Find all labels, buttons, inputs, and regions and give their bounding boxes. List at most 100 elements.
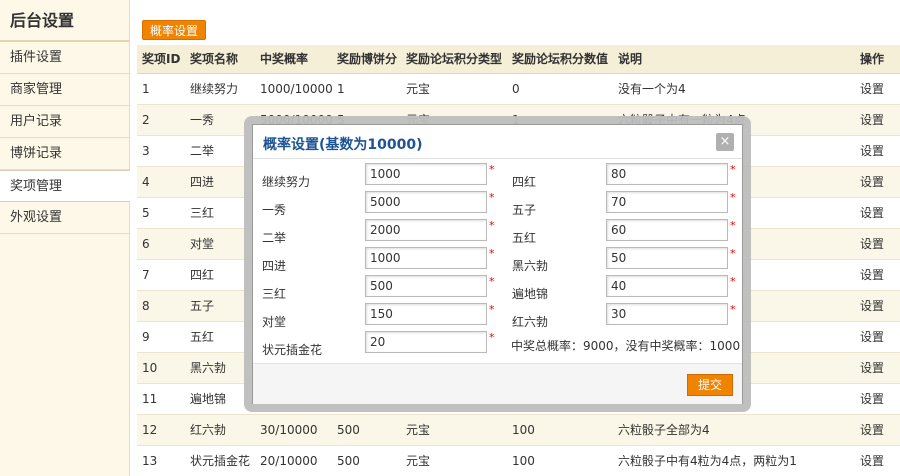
probability-input[interactable]	[606, 219, 728, 241]
row-settings-link[interactable]: 设置	[855, 321, 900, 353]
row-settings-link[interactable]: 设置	[855, 259, 900, 291]
row-settings-link[interactable]: 设置	[855, 104, 900, 136]
row-settings-link[interactable]: 设置	[855, 197, 900, 229]
close-icon[interactable]: ×	[716, 133, 734, 151]
field-label: 遍地锦	[512, 287, 549, 301]
sidebar-title: 后台设置	[0, 0, 129, 42]
row-settings-link[interactable]: 设置	[855, 135, 900, 167]
submit-button[interactable]: 提交	[687, 374, 733, 396]
sidebar-item-merchant-management[interactable]: 商家管理	[0, 74, 129, 106]
probability-input[interactable]	[365, 163, 487, 185]
table-cell: 2	[137, 104, 185, 136]
required-mark: *	[730, 191, 736, 204]
column-header: 奖励博饼分	[332, 45, 401, 74]
probability-input[interactable]	[365, 191, 487, 213]
table-cell: 13	[137, 445, 185, 476]
probability-input[interactable]	[365, 247, 487, 269]
table-cell: 12	[137, 414, 185, 446]
sidebar: 后台设置 插件设置 商家管理 用户记录 博饼记录 奖项管理 外观设置	[0, 0, 130, 476]
probability-input[interactable]	[365, 275, 487, 297]
table-cell: 8	[137, 290, 185, 322]
row-settings-link[interactable]: 设置	[855, 228, 900, 260]
sidebar-item-bobing-records[interactable]: 博饼记录	[0, 138, 129, 170]
field-label: 五子	[512, 203, 537, 217]
required-mark: *	[730, 219, 736, 232]
probability-input[interactable]	[606, 191, 728, 213]
column-header: 奖励论坛积分数值	[507, 45, 613, 74]
probability-input[interactable]	[606, 303, 728, 325]
table-cell: 7	[137, 259, 185, 291]
field-label: 四红	[512, 175, 537, 189]
dialog-footer: 提交	[253, 363, 742, 404]
row-settings-link[interactable]: 设置	[855, 166, 900, 198]
table-cell: 元宝	[401, 414, 507, 446]
column-header: 中奖概率	[255, 45, 332, 74]
required-mark: *	[730, 303, 736, 316]
row-settings-link[interactable]: 设置	[855, 445, 900, 476]
required-mark: *	[489, 247, 495, 260]
table-cell: 500	[332, 414, 401, 446]
row-settings-link[interactable]: 设置	[855, 383, 900, 415]
table-cell: 元宝	[401, 73, 507, 105]
required-mark: *	[489, 191, 495, 204]
table-cell: 100	[507, 445, 613, 476]
sidebar-item-user-records[interactable]: 用户记录	[0, 106, 129, 138]
table-cell: 6	[137, 228, 185, 260]
required-mark: *	[489, 163, 495, 176]
table-row: 12 红六勃 30/10000 500 元宝 100 六粒骰子全部为4 设置	[137, 414, 900, 446]
table-cell: 11	[137, 383, 185, 415]
probability-input[interactable]	[606, 275, 728, 297]
required-mark: *	[489, 331, 495, 344]
field-label: 状元插金花	[262, 343, 323, 357]
required-mark: *	[489, 275, 495, 288]
table-cell: 30/10000	[255, 414, 332, 446]
table-cell: 1	[137, 73, 185, 105]
field-label: 对堂	[262, 315, 287, 329]
probability-settings-button[interactable]: 概率设置	[142, 20, 206, 40]
field-label: 继续努力	[262, 175, 311, 189]
row-settings-link[interactable]: 设置	[855, 73, 900, 105]
table-row: 1 继续努力 1000/10000 1 元宝 0 没有一个为4 设置	[137, 73, 900, 105]
sidebar-item-prize-management[interactable]: 奖项管理	[0, 170, 130, 202]
table-cell: 500	[332, 445, 401, 476]
column-header: 奖项名称	[185, 45, 255, 74]
table-cell: 元宝	[401, 445, 507, 476]
field-label: 黑六勃	[512, 259, 549, 273]
field-label: 四进	[262, 259, 287, 273]
table-cell: 没有一个为4	[613, 73, 855, 105]
table-cell: 状元插金花	[185, 445, 255, 476]
table-cell: 继续努力	[185, 73, 255, 105]
required-mark: *	[489, 219, 495, 232]
table-cell: 10	[137, 352, 185, 384]
table-cell: 1	[332, 73, 401, 105]
sidebar-item-appearance-settings[interactable]: 外观设置	[0, 202, 129, 234]
probability-summary: 中奖总概率：9000，没有中奖概率：1000	[511, 339, 741, 353]
dialog-header: 概率设置(基数为10000) ×	[253, 125, 742, 159]
column-header: 奖项ID	[137, 45, 185, 74]
table-cell: 1000/10000	[255, 73, 332, 105]
row-settings-link[interactable]: 设置	[855, 290, 900, 322]
column-header: 操作	[855, 45, 900, 74]
required-mark: *	[730, 163, 736, 176]
table-cell: 4	[137, 166, 185, 198]
probability-input[interactable]	[365, 303, 487, 325]
field-label: 二举	[262, 231, 287, 245]
probability-input[interactable]	[606, 247, 728, 269]
field-label: 一秀	[262, 203, 287, 217]
required-mark: *	[730, 275, 736, 288]
table-cell: 六粒骰子中有4粒为4点，两粒为1	[613, 445, 855, 476]
dialog-title: 概率设置(基数为10000)	[263, 137, 423, 153]
required-mark: *	[489, 303, 495, 316]
row-settings-link[interactable]: 设置	[855, 352, 900, 384]
table-cell: 六粒骰子全部为4	[613, 414, 855, 446]
sidebar-item-plugin-settings[interactable]: 插件设置	[0, 42, 129, 74]
probability-input[interactable]	[365, 219, 487, 241]
table-cell: 0	[507, 73, 613, 105]
field-label: 三红	[262, 287, 287, 301]
table-cell: 3	[137, 135, 185, 167]
table-cell: 9	[137, 321, 185, 353]
column-header: 奖励论坛积分类型	[401, 45, 507, 74]
probability-input[interactable]	[365, 331, 487, 353]
probability-input[interactable]	[606, 163, 728, 185]
row-settings-link[interactable]: 设置	[855, 414, 900, 446]
